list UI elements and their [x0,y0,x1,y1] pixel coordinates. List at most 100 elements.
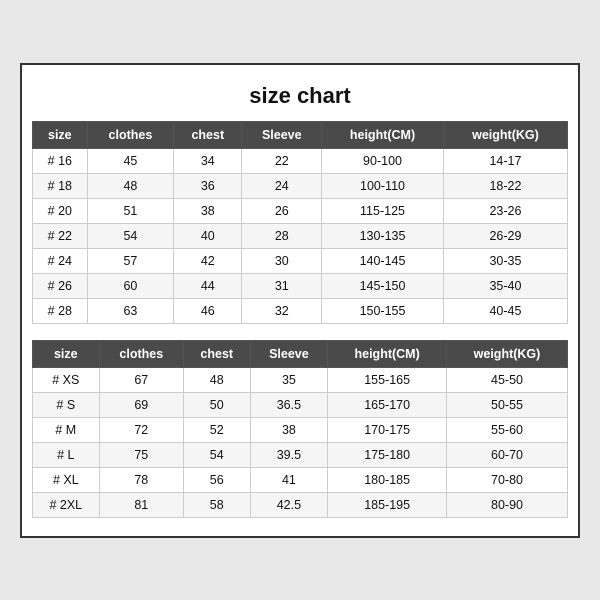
table1-cell-r1-c3: 24 [242,173,322,198]
table-row: # 20513826115-12523-26 [33,198,568,223]
table2-header-size: size [33,340,100,367]
table2-cell-r0-c1: 67 [99,367,183,392]
table1-cell-r0-c3: 22 [242,148,322,173]
table2-cell-r3-c0: # L [33,442,100,467]
table2-cell-r3-c5: 60-70 [447,442,568,467]
table1-cell-r5-c0: # 26 [33,273,88,298]
table2-cell-r4-c2: 56 [183,467,250,492]
table1-cell-r5-c3: 31 [242,273,322,298]
table2-cell-r0-c4: 155-165 [328,367,447,392]
table1-cell-r3-c3: 28 [242,223,322,248]
table1-cell-r0-c4: 90-100 [322,148,444,173]
table2-cell-r2-c2: 52 [183,417,250,442]
table1-cell-r0-c5: 14-17 [443,148,567,173]
table1-cell-r2-c1: 51 [87,198,174,223]
table2-cell-r3-c1: 75 [99,442,183,467]
table1-cell-r0-c0: # 16 [33,148,88,173]
table2-cell-r4-c5: 70-80 [447,467,568,492]
table1-cell-r3-c2: 40 [174,223,242,248]
table1-header-clothes: clothes [87,121,174,148]
table-row: # 1645342290-10014-17 [33,148,568,173]
table2-cell-r1-c3: 36.5 [250,392,328,417]
table1-cell-r3-c0: # 22 [33,223,88,248]
table2-cell-r5-c3: 42.5 [250,492,328,517]
table2-header-row: sizeclotheschestSleeveheight(CM)weight(K… [33,340,568,367]
table1-header-Sleeve: Sleeve [242,121,322,148]
table1-cell-r6-c4: 150-155 [322,298,444,323]
table1-cell-r1-c4: 100-110 [322,173,444,198]
table2-cell-r4-c0: # XL [33,467,100,492]
table2-cell-r2-c3: 38 [250,417,328,442]
table2-header-Sleeve: Sleeve [250,340,328,367]
table-row: # 26604431145-15035-40 [33,273,568,298]
table-row: # 22544028130-13526-29 [33,223,568,248]
table1-cell-r3-c4: 130-135 [322,223,444,248]
table2-cell-r1-c1: 69 [99,392,183,417]
table2-cell-r5-c4: 185-195 [328,492,447,517]
table2-cell-r5-c0: # 2XL [33,492,100,517]
table2-cell-r1-c5: 50-55 [447,392,568,417]
table1-cell-r0-c1: 45 [87,148,174,173]
table1-cell-r0-c2: 34 [174,148,242,173]
size-table-2: sizeclotheschestSleeveheight(CM)weight(K… [32,340,568,518]
table2-cell-r5-c5: 80-90 [447,492,568,517]
table2-header-clothes: clothes [99,340,183,367]
table2-cell-r4-c4: 180-185 [328,467,447,492]
table1-cell-r5-c4: 145-150 [322,273,444,298]
table1-cell-r4-c1: 57 [87,248,174,273]
table2-cell-r1-c2: 50 [183,392,250,417]
chart-title: size chart [32,75,568,121]
table-row: # 24574230140-14530-35 [33,248,568,273]
table1-cell-r3-c1: 54 [87,223,174,248]
table-row: # 18483624100-11018-22 [33,173,568,198]
table1-cell-r6-c3: 32 [242,298,322,323]
table-row: # XL785641180-18570-80 [33,467,568,492]
table1-cell-r4-c4: 140-145 [322,248,444,273]
table1-cell-r5-c2: 44 [174,273,242,298]
table1-cell-r6-c5: 40-45 [443,298,567,323]
table1-header-height(CM): height(CM) [322,121,444,148]
table1-header-weight(KG): weight(KG) [443,121,567,148]
table1-cell-r2-c0: # 20 [33,198,88,223]
table1-cell-r1-c1: 48 [87,173,174,198]
table1-cell-r1-c2: 36 [174,173,242,198]
table1-header-chest: chest [174,121,242,148]
size-table-1: sizeclotheschestSleeveheight(CM)weight(K… [32,121,568,324]
table1-cell-r5-c1: 60 [87,273,174,298]
table2-header-chest: chest [183,340,250,367]
table2-cell-r4-c1: 78 [99,467,183,492]
table2-cell-r0-c5: 45-50 [447,367,568,392]
table-row: # M725238170-17555-60 [33,417,568,442]
table1-cell-r6-c0: # 28 [33,298,88,323]
table2-cell-r5-c2: 58 [183,492,250,517]
table1-cell-r4-c0: # 24 [33,248,88,273]
table2-cell-r0-c0: # XS [33,367,100,392]
table1-header-size: size [33,121,88,148]
table-row: # XS674835155-16545-50 [33,367,568,392]
table1-cell-r4-c2: 42 [174,248,242,273]
table2-cell-r3-c4: 175-180 [328,442,447,467]
table1-cell-r1-c5: 18-22 [443,173,567,198]
table1-cell-r4-c3: 30 [242,248,322,273]
table2-body: # XS674835155-16545-50# S695036.5165-170… [33,367,568,517]
table-row: # L755439.5175-18060-70 [33,442,568,467]
table2-cell-r1-c0: # S [33,392,100,417]
table2-cell-r4-c3: 41 [250,467,328,492]
table2-header-weight(KG): weight(KG) [447,340,568,367]
table-row: # S695036.5165-17050-55 [33,392,568,417]
table1-cell-r6-c1: 63 [87,298,174,323]
table2-cell-r0-c2: 48 [183,367,250,392]
table-section-1: sizeclotheschestSleeveheight(CM)weight(K… [32,121,568,324]
table2-cell-r5-c1: 81 [99,492,183,517]
table-section-2: sizeclotheschestSleeveheight(CM)weight(K… [32,340,568,518]
table2-cell-r3-c3: 39.5 [250,442,328,467]
table2-cell-r2-c5: 55-60 [447,417,568,442]
table2-cell-r2-c4: 170-175 [328,417,447,442]
chart-container: size chart sizeclotheschestSleeveheight(… [20,63,580,538]
table1-cell-r2-c5: 23-26 [443,198,567,223]
table1-cell-r2-c4: 115-125 [322,198,444,223]
table2-cell-r0-c3: 35 [250,367,328,392]
table2-cell-r2-c1: 72 [99,417,183,442]
table2-header-height(CM): height(CM) [328,340,447,367]
table2-cell-r3-c2: 54 [183,442,250,467]
